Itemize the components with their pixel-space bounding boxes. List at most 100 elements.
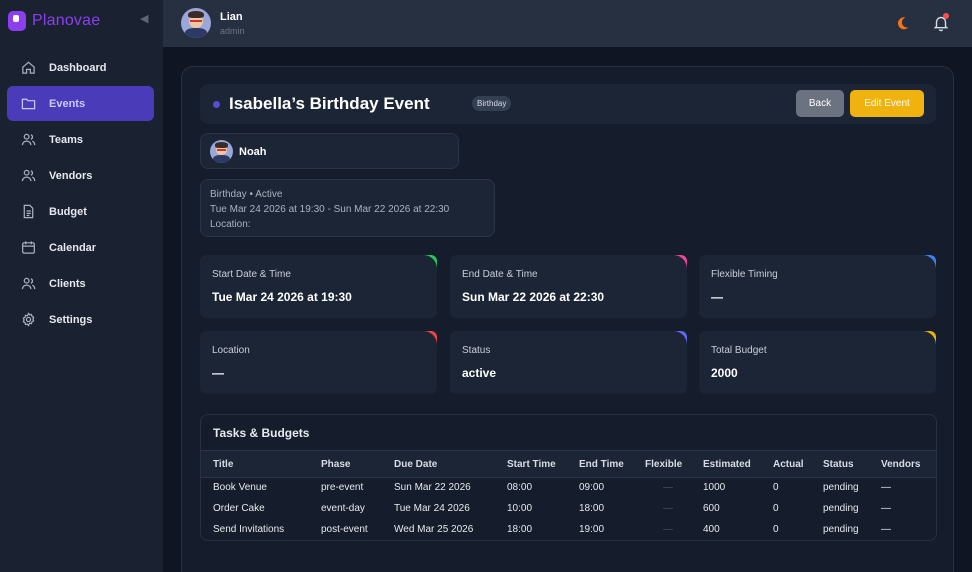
stat-total-budget: Total Budget 2000 (699, 331, 936, 394)
stat-label: Location (212, 345, 250, 356)
col-estimated: Estimated (703, 459, 751, 470)
corner-accent-icon (673, 255, 687, 269)
tasks-budgets-table: Tasks & Budgets Title Phase Due Date Sta… (200, 414, 937, 541)
cell-vendors: — (881, 482, 891, 493)
app-root: Planovae ◀ Dashboard Events Teams Vendor… (0, 0, 972, 572)
cell-title: Order Cake (213, 503, 265, 514)
sidebar-item-label: Calendar (49, 241, 97, 254)
sidebar-nav: Dashboard Events Teams Vendors Budget Ca… (7, 50, 154, 338)
cell-flexible: — (663, 524, 673, 535)
cell-phase: event-day (321, 503, 365, 514)
summary-type-status: Birthday • Active (210, 189, 283, 200)
corner-accent-icon (673, 331, 687, 345)
cell-phase: pre-event (321, 482, 364, 493)
calendar-icon (20, 240, 36, 256)
event-title-bar: Isabella’s Birthday Event Birthday Back … (200, 84, 936, 124)
sidebar-item-label: Teams (49, 133, 84, 146)
stat-location: Location — (200, 331, 437, 394)
stat-label: Total Budget (711, 345, 767, 356)
table-row[interactable]: Send Invitations post-event Wed Mar 25 2… (201, 520, 936, 540)
folder-icon (20, 96, 36, 112)
users-icon (20, 168, 36, 184)
sidebar-item-clients[interactable]: Clients (7, 266, 154, 301)
summary-location: Location: (210, 219, 251, 230)
stat-label: End Date & Time (462, 269, 538, 280)
cell-flexible: — (663, 482, 673, 493)
cell-vendors: — (881, 503, 891, 514)
sidebar-item-label: Events (49, 97, 86, 110)
back-button[interactable]: Back (796, 90, 844, 117)
cell-start-time: 08:00 (507, 482, 533, 493)
users-icon (20, 276, 36, 292)
corner-accent-icon (922, 255, 936, 269)
user-name: Lian (220, 11, 243, 23)
cell-end-time: 09:00 (579, 482, 605, 493)
col-start-time: Start Time (507, 459, 556, 470)
col-status: Status (823, 459, 854, 470)
stat-value: — (212, 366, 224, 380)
sidebar-item-teams[interactable]: Teams (7, 122, 154, 157)
stat-start-date: Start Date & Time Tue Mar 24 2026 at 19:… (200, 255, 437, 318)
avatar[interactable] (181, 8, 211, 38)
moon-icon[interactable] (895, 15, 911, 31)
stat-flexible-timing: Flexible Timing — (699, 255, 936, 318)
corner-accent-icon (922, 331, 936, 345)
cell-title: Book Venue (213, 482, 267, 493)
sidebar-item-label: Clients (49, 277, 86, 290)
cell-actual: 0 (773, 503, 779, 514)
corner-accent-icon (423, 255, 437, 269)
stat-value: active (462, 366, 497, 380)
cell-title: Send Invitations (213, 524, 285, 535)
col-vendors: Vendors (881, 459, 921, 470)
cell-start-time: 10:00 (507, 503, 533, 514)
section-title: Tasks & Budgets (213, 426, 310, 440)
brand-name: Planovae (32, 12, 101, 29)
cell-due-date: Wed Mar 25 2026 (394, 524, 474, 535)
cell-flexible: — (663, 503, 673, 514)
cell-estimated: 600 (703, 503, 720, 514)
avatar (210, 140, 233, 163)
sidebar: Planovae ◀ Dashboard Events Teams Vendor… (0, 0, 163, 572)
brand[interactable]: Planovae (8, 10, 100, 32)
sidebar-item-calendar[interactable]: Calendar (7, 230, 154, 265)
table-row[interactable]: Book Venue pre-event Sun Mar 22 2026 08:… (201, 478, 936, 499)
cell-status: pending (823, 503, 859, 514)
sidebar-item-label: Dashboard (49, 61, 107, 74)
cell-end-time: 19:00 (579, 524, 605, 535)
top-header: Lian admin (163, 0, 972, 47)
col-title: Title (213, 459, 234, 470)
sidebar-item-budget[interactable]: Budget (7, 194, 154, 229)
cell-vendors: — (881, 524, 891, 535)
col-due-date: Due Date (394, 459, 438, 470)
collapse-sidebar-icon[interactable]: ◀ (140, 13, 152, 25)
user-role: admin (220, 26, 245, 36)
stat-label: Flexible Timing (711, 269, 778, 280)
member-card[interactable]: Noah (200, 133, 459, 169)
sidebar-item-events[interactable]: Events (7, 86, 154, 121)
col-phase: Phase (321, 459, 351, 470)
brand-logo-icon (8, 11, 26, 31)
corner-accent-icon (423, 331, 437, 345)
table-row[interactable]: Order Cake event-day Tue Mar 24 2026 10:… (201, 499, 936, 520)
sidebar-item-vendors[interactable]: Vendors (7, 158, 154, 193)
cell-phase: post-event (321, 524, 368, 535)
stat-end-date: End Date & Time Sun Mar 22 2026 at 22:30 (450, 255, 687, 318)
notification-dot (943, 13, 949, 19)
cell-start-time: 18:00 (507, 524, 533, 535)
table-header: Title Phase Due Date Start Time End Time… (201, 450, 936, 478)
cell-actual: 0 (773, 482, 779, 493)
sidebar-item-dashboard[interactable]: Dashboard (7, 50, 154, 85)
stat-value: 2000 (711, 366, 738, 380)
stat-value: Sun Mar 22 2026 at 22:30 (462, 290, 605, 304)
stat-label: Start Date & Time (212, 269, 291, 280)
member-name: Noah (239, 146, 267, 158)
cell-due-date: Tue Mar 24 2026 (394, 503, 470, 514)
stat-value: Tue Mar 24 2026 at 19:30 (212, 290, 352, 304)
users-icon (20, 132, 36, 148)
summary-date-range: Tue Mar 24 2026 at 19:30 - Sun Mar 22 20… (210, 204, 450, 215)
sidebar-item-label: Budget (49, 205, 87, 218)
cell-end-time: 18:00 (579, 503, 605, 514)
edit-event-button[interactable]: Edit Event (850, 90, 924, 117)
event-type-badge: Birthday (472, 96, 512, 111)
sidebar-item-settings[interactable]: Settings (7, 302, 154, 337)
